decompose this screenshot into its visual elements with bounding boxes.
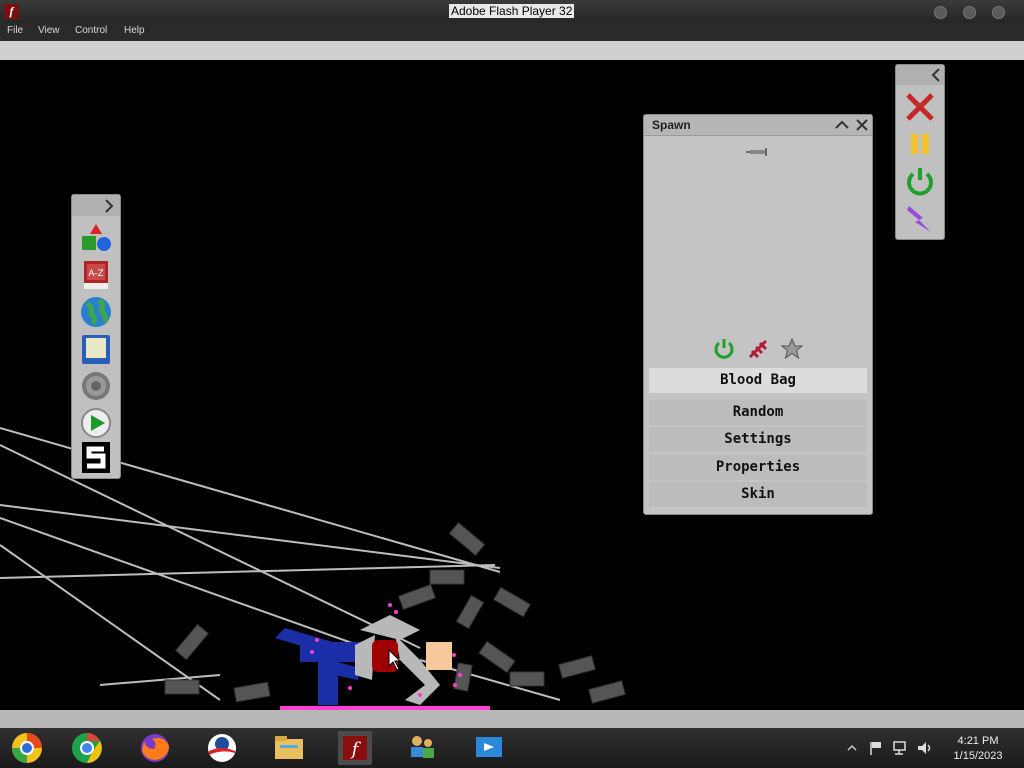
spawn-panel-title: Spawn [652,118,691,132]
chrome-canary-icon[interactable] [10,731,44,765]
pistol-prop [397,583,437,611]
chevron-up-icon[interactable] [832,115,852,135]
firefox-icon[interactable] [138,731,172,765]
pistol-prop [429,569,465,585]
power-icon[interactable] [903,165,937,198]
wire [99,674,221,686]
menu-file[interactable]: File [7,25,23,36]
volume-icon[interactable] [916,740,934,756]
play-icon[interactable] [79,407,113,440]
pistol-prop [478,640,516,674]
game-bottom-strip [0,710,1024,728]
network-people-icon[interactable] [405,731,439,765]
tray-expand-icon[interactable] [846,742,858,754]
pistol-prop [453,662,473,692]
close-x-icon[interactable] [903,91,937,124]
system-clock[interactable]: 4:21 PM 1/15/2023 [940,734,1016,764]
pistol-prop [233,681,271,703]
minimize-button[interactable] [934,6,947,19]
power-toggle-icon[interactable] [712,337,736,361]
s-logo-icon[interactable] [79,441,113,474]
syringe-preview-icon [746,148,767,156]
network-icon[interactable] [892,740,910,756]
close-icon[interactable] [852,115,872,135]
obama-logo-icon[interactable] [205,731,239,765]
title-bar[interactable]: f Adobe Flash Player 32 [0,0,1024,23]
pistol-prop [175,623,209,661]
clock-date: 1/15/2023 [953,750,1003,762]
a-z-book-icon[interactable]: A-Z [79,259,113,292]
ragdoll [275,615,452,705]
wire [0,564,496,579]
pause-icon[interactable] [903,128,937,161]
random-button[interactable]: Random [649,400,867,425]
game-canvas[interactable]: A-Z Spawn Blood Bag Random Settings Prop… [0,60,1024,710]
pistol-prop [558,655,596,679]
shapes-icon[interactable] [79,222,113,255]
spawn-panel-header[interactable]: Spawn [644,115,872,136]
chrome-icon[interactable] [70,731,104,765]
star-icon[interactable] [780,337,804,361]
blood-spray-icon[interactable] [746,337,770,361]
save-disk-icon[interactable] [79,333,113,366]
pistol-prop [448,522,486,556]
clock-time: 4:21 PM [957,735,999,747]
taskbar: f 4:21 PM 1/15/2023 [0,728,1024,768]
right-toolbar-header [896,65,944,85]
lightning-icon[interactable] [903,202,937,235]
remote-desktop-icon[interactable] [472,731,506,765]
skin-button[interactable]: Skin [649,482,867,507]
wire [0,504,501,569]
maximize-button[interactable] [963,6,976,19]
game-top-strip [0,41,1024,61]
blood-bag-button[interactable]: Blood Bag [649,368,867,393]
menu-view[interactable]: View [38,25,60,36]
pistol-prop [588,680,626,704]
wire [0,444,421,649]
pistol-prop [455,594,485,630]
chevron-left-icon[interactable] [926,65,946,85]
gear-icon[interactable] [79,370,113,403]
flash-player-icon[interactable]: f [338,731,372,765]
spawn-panel: Spawn Blood Bag Random Settings Properti… [643,114,873,515]
properties-button[interactable]: Properties [649,455,867,480]
menu-help[interactable]: Help [124,25,145,36]
svg-text:A-Z: A-Z [88,269,103,279]
pistol-prop [509,671,545,687]
file-explorer-icon[interactable] [272,731,306,765]
globe-icon[interactable] [79,296,113,329]
action-center-flag-icon[interactable] [868,740,884,756]
menu-control[interactable]: Control [75,25,107,36]
pistol-prop [164,679,200,695]
right-toolbar [895,64,945,240]
flash-app-icon: f [4,4,19,19]
pistol-prop [493,586,531,618]
menu-bar: File View Control Help [0,23,1024,41]
window-title: Adobe Flash Player 32 [449,4,575,18]
left-toolbar: A-Z [71,194,121,479]
chevron-right-icon[interactable] [99,196,119,216]
left-toolbar-header [72,195,120,216]
close-window-button[interactable] [992,6,1005,19]
settings-button[interactable]: Settings [649,427,867,452]
